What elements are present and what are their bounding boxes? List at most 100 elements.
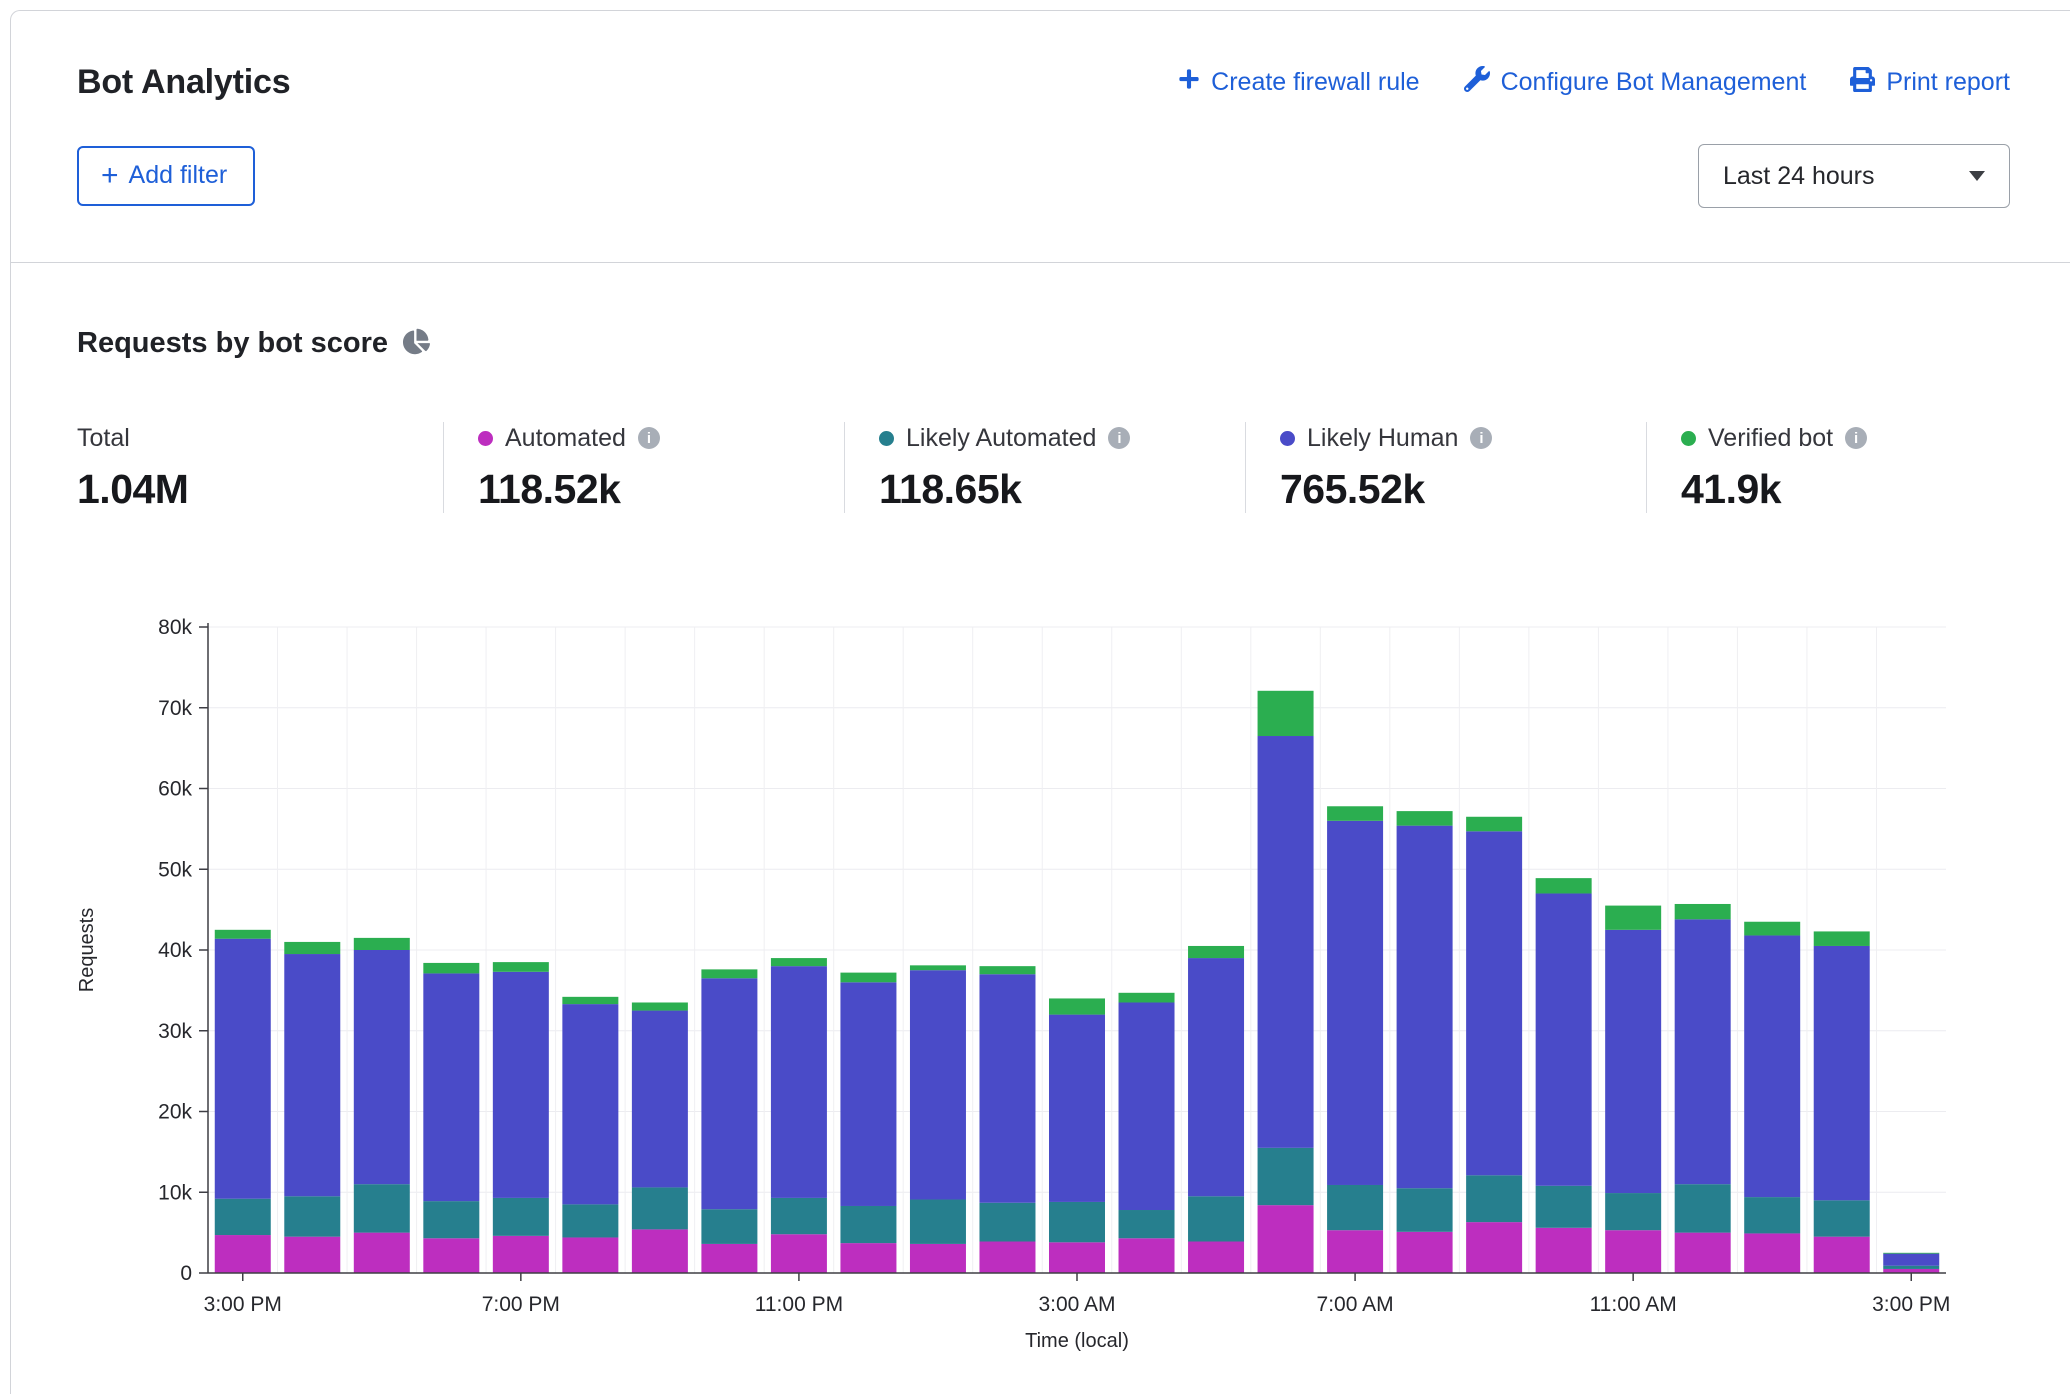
stat-value: 41.9k	[1681, 466, 1867, 513]
bar-segment	[354, 1184, 410, 1232]
bar-segment	[1675, 919, 1731, 1184]
bar-segment	[1744, 922, 1800, 936]
x-axis-title: Time (local)	[1025, 1330, 1129, 1352]
bar-segment	[215, 1199, 271, 1235]
bar-segment	[1605, 1230, 1661, 1273]
info-icon[interactable]: i	[1108, 427, 1130, 449]
y-tick-label: 70k	[158, 697, 192, 720]
bar-segment	[1327, 1185, 1383, 1230]
bar-segment	[1883, 1254, 1939, 1266]
bar-segment	[423, 973, 479, 1201]
bot-analytics-card: Bot Analytics Create firewall rule Confi…	[10, 10, 2070, 1394]
legend-dot-likely-human	[1280, 431, 1295, 446]
info-icon[interactable]: i	[1845, 427, 1867, 449]
bar-segment	[701, 1244, 757, 1273]
bar-segment	[1605, 930, 1661, 1193]
bar-segment	[1397, 1188, 1453, 1232]
bar-segment	[1327, 1230, 1383, 1273]
stat-value: 1.04M	[77, 466, 443, 513]
stat-total: Total 1.04M	[77, 422, 443, 513]
action-label: Print report	[1886, 68, 2010, 97]
header-actions: Create firewall rule Configure Bot Manag…	[1178, 66, 2010, 99]
create-firewall-rule-link[interactable]: Create firewall rule	[1178, 68, 1419, 97]
bar-segment	[1814, 1200, 1870, 1236]
configure-bot-management-link[interactable]: Configure Bot Management	[1464, 66, 1807, 99]
stat-label: Verified bot	[1708, 424, 1833, 453]
bar-segment	[1258, 1148, 1314, 1205]
bar-segment	[1744, 1197, 1800, 1233]
bar-segment	[1397, 826, 1453, 1189]
bar-segment	[1605, 906, 1661, 930]
bar-segment	[1675, 1233, 1731, 1273]
pie-chart-icon	[403, 328, 430, 360]
stacked-bar-chart[interactable]: 010k20k30k40k50k60k70k80k3:00 PM7:00 PM1…	[77, 601, 1977, 1361]
bar-segment	[1327, 806, 1383, 821]
bar-segment	[1049, 1202, 1105, 1242]
stat-value: 765.52k	[1280, 466, 1646, 513]
bar-segment	[1119, 993, 1175, 1003]
bar-segment	[215, 1235, 271, 1273]
bar-segment	[284, 1237, 340, 1273]
x-tick-label: 7:00 PM	[482, 1293, 560, 1316]
x-tick-label: 7:00 AM	[1317, 1293, 1394, 1316]
bar-segment	[1049, 1015, 1105, 1202]
info-icon[interactable]: i	[1470, 427, 1492, 449]
bar-segment	[1119, 1002, 1175, 1210]
legend-dot-verified-bot	[1681, 431, 1696, 446]
y-tick-label: 10k	[158, 1181, 192, 1204]
bar-segment	[354, 1233, 410, 1273]
bar-segment	[1466, 831, 1522, 1175]
bar-segment	[562, 1004, 618, 1204]
card-header: Bot Analytics Create firewall rule Confi…	[11, 11, 2070, 263]
stat-likely-human: Likely Human i 765.52k	[1246, 422, 1646, 513]
bar-segment	[632, 1002, 688, 1010]
bar-segment	[1536, 1228, 1592, 1273]
bar-segment	[562, 997, 618, 1004]
requests-chart[interactable]: 010k20k30k40k50k60k70k80k3:00 PM7:00 PM1…	[77, 601, 2010, 1366]
printer-icon	[1850, 67, 1875, 99]
bar-segment	[1049, 998, 1105, 1014]
bar-segment	[1814, 946, 1870, 1200]
bar-segment	[423, 963, 479, 973]
plus-icon	[1178, 68, 1200, 97]
bar-segment	[632, 1229, 688, 1273]
stat-verified-bot: Verified bot i 41.9k	[1647, 422, 1867, 513]
bar-segment	[493, 1198, 549, 1236]
bar-segment	[910, 1244, 966, 1273]
bar-segment	[423, 1238, 479, 1273]
wrench-icon	[1464, 66, 1490, 99]
bar-segment	[1536, 878, 1592, 893]
bar-segment	[354, 950, 410, 1184]
bar-segment	[840, 973, 896, 983]
info-icon[interactable]: i	[638, 427, 660, 449]
bar-segment	[1744, 1233, 1800, 1273]
bar-segment	[493, 1236, 549, 1273]
bar-segment	[1188, 1196, 1244, 1241]
bar-segment	[423, 1201, 479, 1238]
bar-segment	[979, 966, 1035, 974]
bar-segment	[1258, 736, 1314, 1148]
stat-automated: Automated i 118.52k	[444, 422, 844, 513]
requests-by-bot-score-section: Requests by bot score Total 1.04M Automa…	[11, 263, 2070, 1366]
bar-segment	[1258, 1205, 1314, 1273]
bar-segment	[1883, 1266, 1939, 1269]
bar-segment	[1675, 904, 1731, 919]
bar-segment	[1466, 1222, 1522, 1273]
bar-segment	[1258, 691, 1314, 736]
bar-segment	[979, 1242, 1035, 1273]
bar-segment	[284, 954, 340, 1196]
bar-segment	[771, 1198, 827, 1234]
bar-segment	[354, 938, 410, 950]
y-tick-label: 60k	[158, 778, 192, 801]
stat-label: Automated	[505, 424, 626, 453]
bar-segment	[284, 942, 340, 954]
bar-segment	[1049, 1242, 1105, 1273]
print-report-link[interactable]: Print report	[1850, 67, 2010, 99]
bar-segment	[1327, 821, 1383, 1185]
bar-segment	[979, 974, 1035, 1203]
time-range-select[interactable]: Last 24 hours	[1698, 144, 2010, 208]
bar-segment	[910, 1200, 966, 1244]
bar-segment	[1814, 931, 1870, 946]
bar-segment	[840, 1206, 896, 1243]
add-filter-button[interactable]: + Add filter	[77, 146, 255, 206]
